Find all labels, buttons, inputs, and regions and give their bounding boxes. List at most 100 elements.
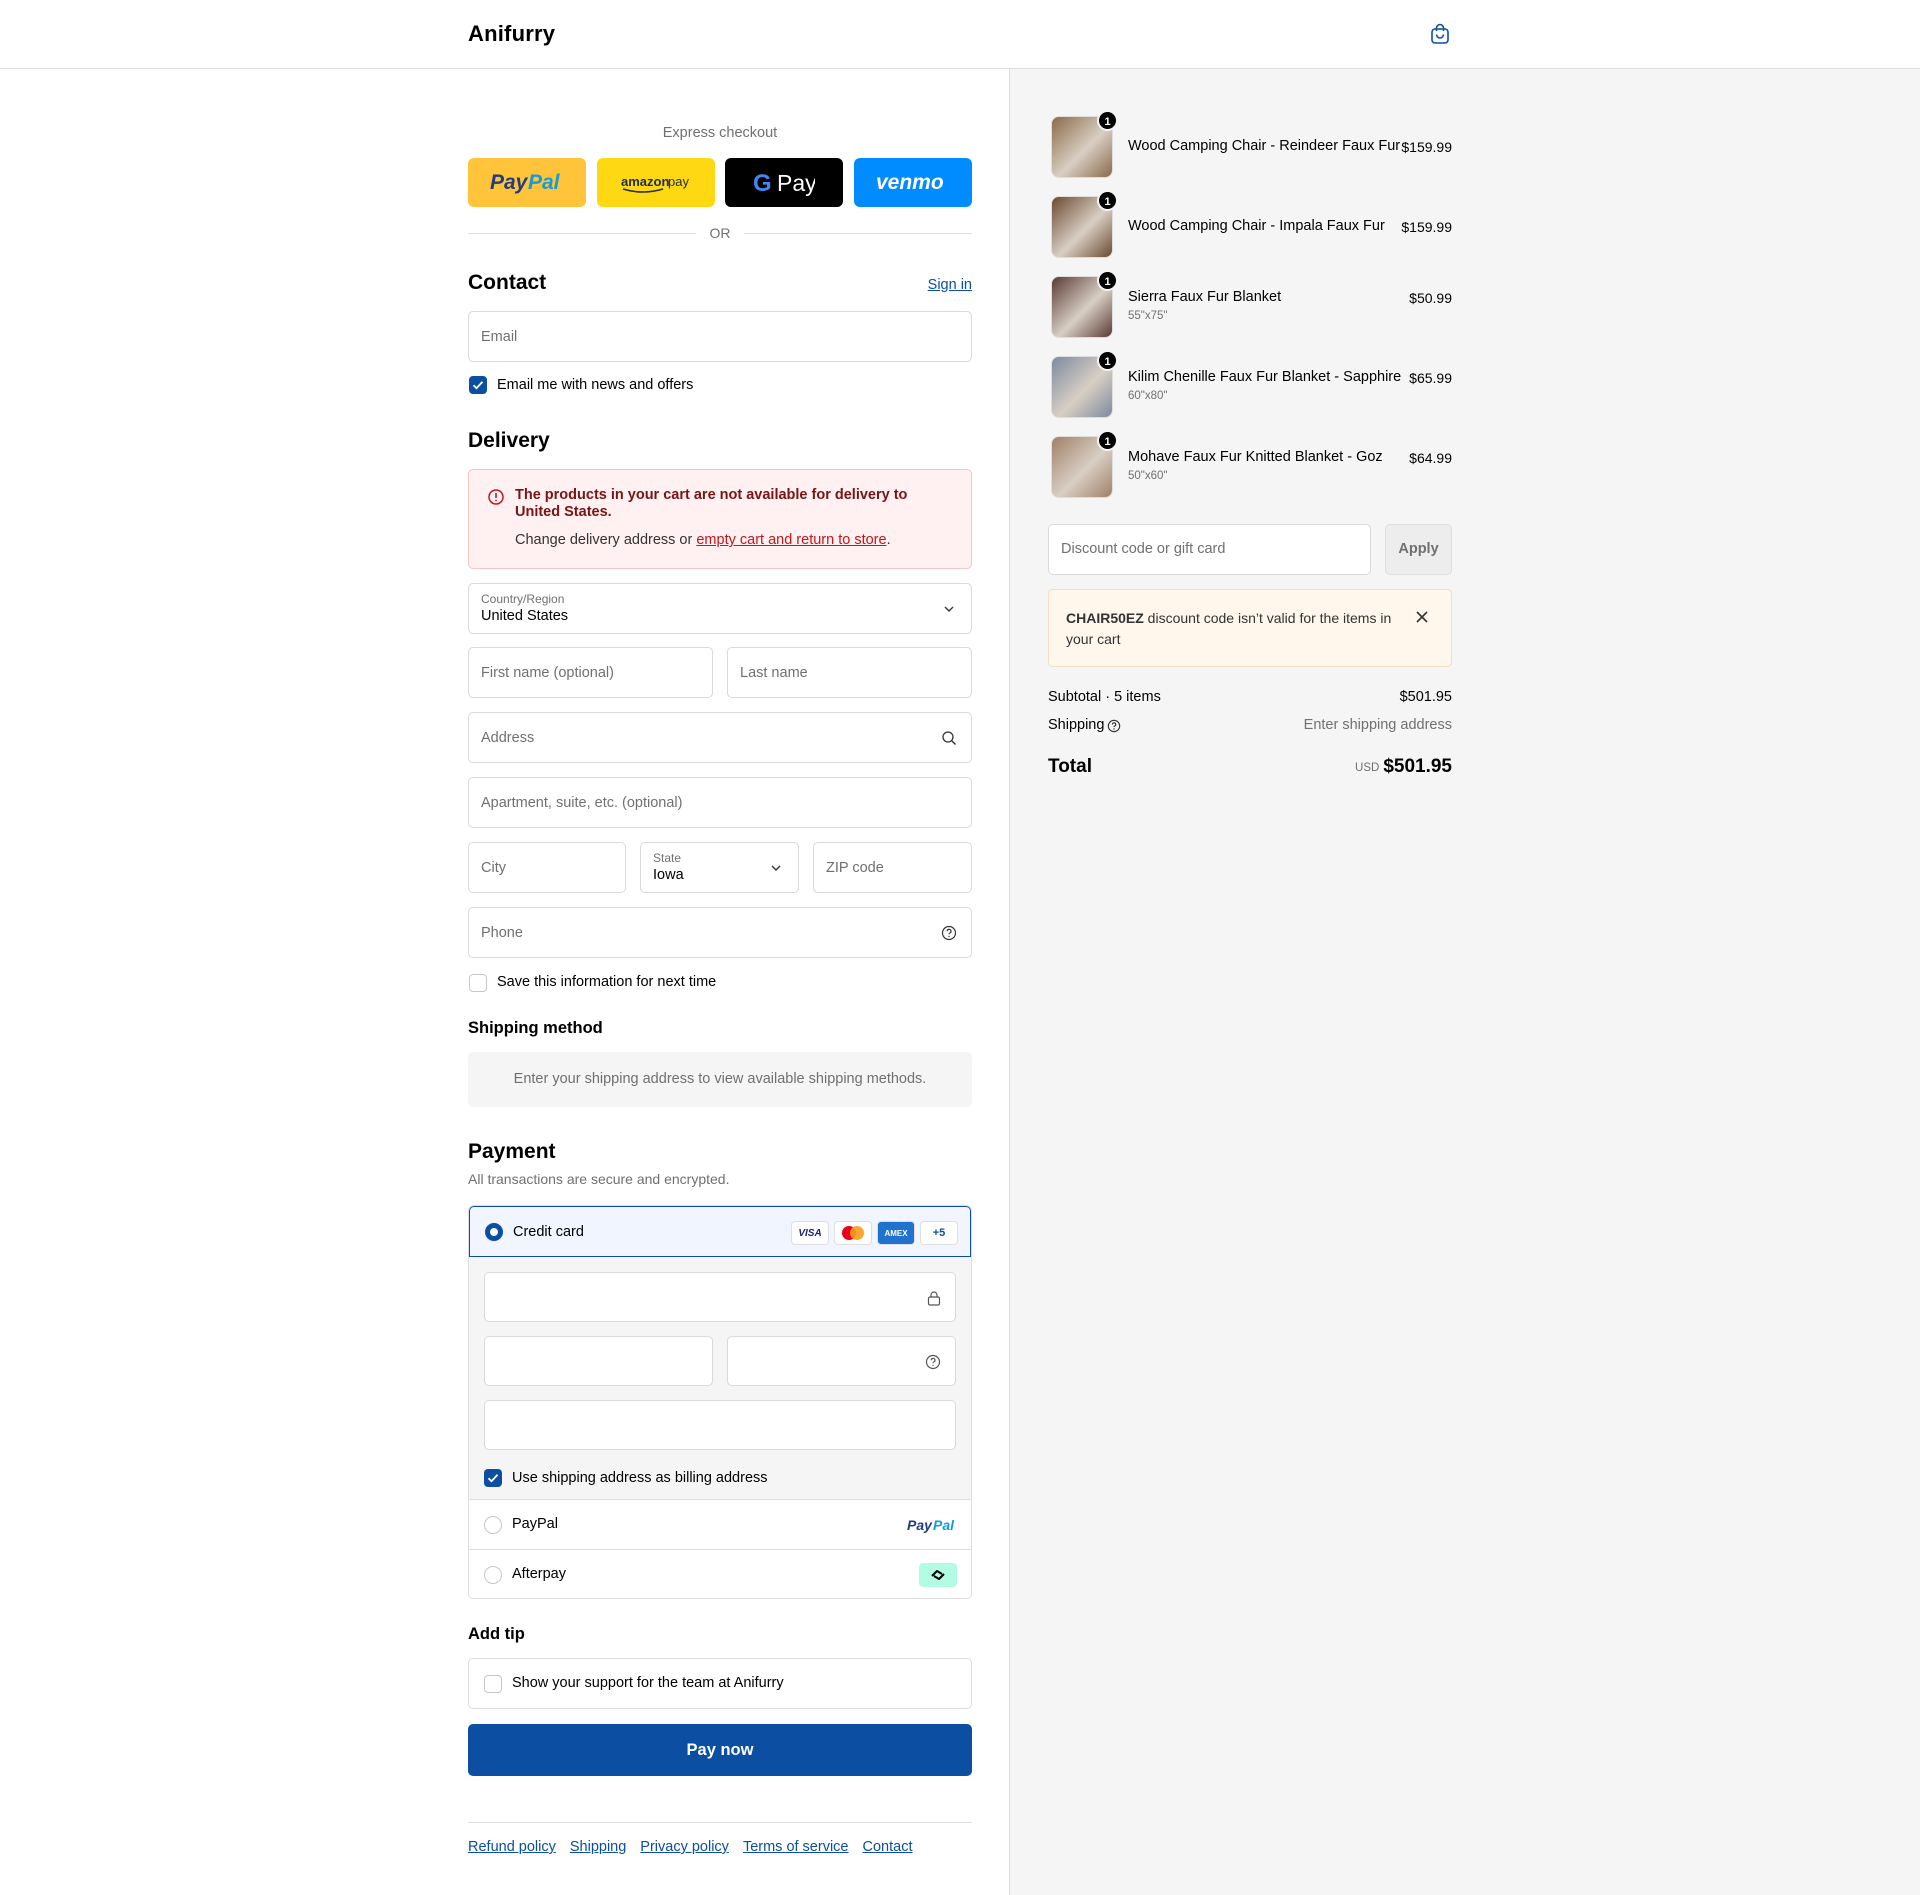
apartment-field[interactable]: Apartment, suite, etc. (optional) [468,777,972,828]
tip-label: Show your support for the team at Anifur… [512,1675,784,1691]
country-select[interactable]: Country/Region United States [468,583,972,634]
empty-cart-link[interactable]: empty cart and return to store [696,532,886,548]
discount-warning: CHAIR50EZ discount code isn’t valid for … [1048,589,1452,667]
paypal-option[interactable]: PayPal Pay Pal [469,1500,971,1550]
currency-code: USD [1355,762,1380,774]
quantity-badge: 1 [1097,430,1118,451]
divider-right [744,233,972,234]
news-checkbox[interactable] [469,376,487,394]
afterpay-logo-icon [919,1563,957,1587]
discount-code-field[interactable]: Discount code or gift card [1048,524,1371,575]
billing-checkbox[interactable] [484,1469,502,1487]
chevron-down-icon [944,606,954,612]
email-field[interactable]: Email [468,311,972,362]
country-value: United States [481,608,569,624]
terms-of-service-link[interactable]: Terms of service [743,1839,849,1855]
save-info-checkbox[interactable] [469,974,487,992]
apply-discount-button[interactable]: Apply [1385,524,1452,575]
item-variant: 60"x80" [1128,390,1168,402]
brand-logo[interactable]: Anifurry [468,21,555,47]
amazon-pay-express-button[interactable]: amazon pay [597,158,715,207]
afterpay-label: Afterpay [512,1566,566,1582]
first-name-placeholder: First name (optional) [481,665,614,681]
svg-text:Pay: Pay [907,1517,933,1533]
afterpay-option[interactable]: Afterpay [469,1550,971,1598]
visa-icon: VISA [791,1221,829,1245]
credit-card-radio[interactable] [485,1223,503,1241]
state-value: Iowa [653,867,684,883]
country-label: Country/Region [481,592,565,606]
credit-card-form: Use shipping address as billing address [469,1257,971,1500]
phone-field[interactable]: Phone [468,907,972,958]
item-name: Mohave Faux Fur Knitted Blanket - Goz [1128,449,1383,465]
item-price: $64.99 [1409,450,1452,466]
sign-in-link[interactable]: Sign in [928,277,972,293]
total-row: Total USD $501.95 [1048,756,1452,778]
expiration-field[interactable] [484,1336,713,1386]
address-field[interactable]: Address [468,712,972,763]
tip-checkbox[interactable] [484,1675,502,1693]
privacy-policy-link[interactable]: Privacy policy [640,1839,729,1855]
last-name-field[interactable]: Last name [727,647,972,698]
email-placeholder: Email [481,329,518,345]
item-price: $50.99 [1409,290,1452,306]
zip-field[interactable]: ZIP code [813,842,972,893]
phone-placeholder: Phone [481,925,523,941]
credit-card-option[interactable]: Credit card VISA AMEX +5 [469,1206,971,1257]
help-icon[interactable] [1107,719,1121,733]
delivery-heading: Delivery [468,429,550,452]
more-cards-badge: +5 [920,1221,958,1245]
afterpay-radio[interactable] [484,1566,502,1584]
paypal-radio[interactable] [484,1516,502,1534]
shipping-label: Shipping [1048,717,1105,733]
last-name-placeholder: Last name [740,665,808,681]
svg-text:Pay: Pay [777,170,815,196]
security-code-field[interactable] [727,1336,956,1386]
contact-link[interactable]: Contact [863,1839,913,1855]
help-icon[interactable] [925,1354,941,1370]
order-summary-background [1009,69,1920,1895]
quantity-badge: 1 [1097,190,1118,211]
close-icon[interactable] [1415,610,1429,624]
shopping-bag-icon[interactable] [1428,22,1452,46]
item-name: Sierra Faux Fur Blanket [1128,289,1282,305]
alert-title: The products in your cart are not availa… [515,487,908,520]
refund-policy-link[interactable]: Refund policy [468,1839,556,1855]
alert-body-text: Change delivery address or [515,532,697,548]
google-pay-express-button[interactable]: G Pay [725,158,843,207]
name-on-card-field[interactable] [484,1400,956,1450]
chevron-down-icon [771,865,781,871]
quantity-badge: 1 [1097,110,1118,131]
payment-heading: Payment [468,1140,556,1163]
venmo-express-button[interactable]: venmo [854,158,972,207]
cart-item: 1 Wood Camping Chair - Impala Faux Fur $… [1048,190,1452,260]
quantity-badge: 1 [1097,350,1118,371]
contact-heading: Contact [468,271,547,294]
add-tip-heading: Add tip [468,1625,525,1643]
item-name: Kilim Chenille Faux Fur Blanket - Sapphi… [1128,369,1402,385]
subtotal-value: $501.95 [1399,689,1452,705]
tip-option[interactable]: Show your support for the team at Anifur… [468,1658,972,1709]
express-checkout-title: Express checkout [662,125,778,141]
search-icon [942,731,956,745]
svg-text:Pay: Pay [490,171,529,194]
alert-body-suffix: . [886,532,891,548]
address-placeholder: Address [481,730,535,746]
header: Anifurry [0,0,1920,69]
city-placeholder: City [481,860,506,876]
paypal-logo-icon: Pay Pal [907,1517,955,1533]
pay-now-button[interactable]: Pay now [468,1724,972,1776]
city-field[interactable]: City [468,842,626,893]
state-select[interactable]: State Iowa [640,842,799,893]
first-name-field[interactable]: First name (optional) [468,647,713,698]
credit-card-label: Credit card [513,1224,584,1240]
help-icon[interactable] [941,925,957,941]
news-checkbox-label: Email me with news and offers [497,377,694,393]
discount-warning-text: CHAIR50EZ discount code isn’t valid for … [1066,608,1406,650]
alert-body: Change delivery address or empty cart an… [515,532,891,548]
total-label: Total [1048,756,1092,777]
cart-item: 1 Kilim Chenille Faux Fur Blanket - Sapp… [1048,350,1452,420]
card-number-field[interactable] [484,1272,956,1322]
paypal-express-button[interactable]: Pay Pal [468,158,586,207]
shipping-link[interactable]: Shipping [570,1839,626,1855]
